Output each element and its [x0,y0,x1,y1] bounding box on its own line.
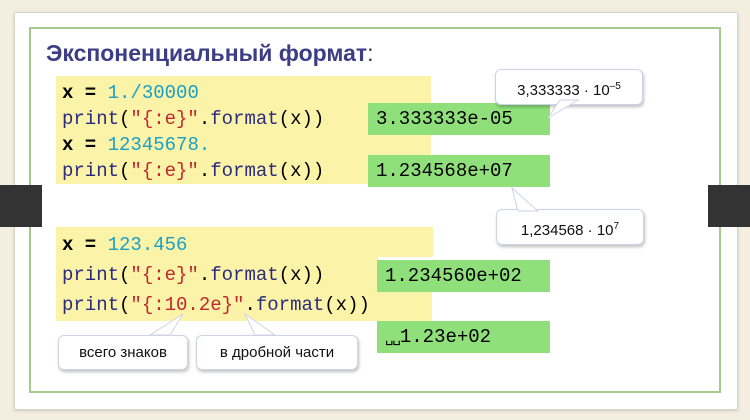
dot: . [198,108,211,130]
label-total-text: всего знаков [79,344,167,361]
dot: . [244,294,256,316]
code-line-b2-2: print("{:e}".format(x)) [62,264,324,286]
paren-open: ( [119,108,131,130]
format-string: "{:10.2e}" [130,294,245,316]
assign-op: = [73,234,108,256]
callout-1-mantissa: 3,333333 · 10 [517,82,610,99]
format-method: format [210,108,279,130]
number-literal: 12345678. [107,134,211,156]
format-method: format [210,160,279,182]
assign-op: = [73,82,108,104]
code-block-2-line3-ext [370,289,432,321]
callout-1-exponent: –5 [609,81,621,92]
assign-op: = [73,134,108,156]
right-tab-marker [708,185,750,227]
label-total-width: всего знаков [58,335,188,370]
print-func: print [62,108,120,130]
format-string: "{:e}" [130,160,199,182]
print-func: print [62,294,120,316]
label-fraction-text: в дробной части [219,344,335,361]
format-method: format [210,264,279,286]
title-colon: : [367,40,374,66]
var-x: x [62,234,74,256]
paren-open: ( [119,160,131,182]
dot: . [198,264,211,286]
callout-2-exponent: 7 [613,221,620,232]
code-line-b1-2: print("{:e}".format(x)) [62,108,324,130]
label-fraction-digits: в дробной части [196,335,358,370]
code-line-b1-1: x = 1./30000 [62,82,199,104]
args: (x)) [278,264,325,286]
output-b2-2-value: 1.23e+02 [399,326,492,348]
output-b2-2: ␣␣1.23e+02 [377,321,550,353]
number-literal: 123.456 [107,234,188,256]
callout-scientific-1: 3,333333 · 10–5 [495,69,643,105]
output-b1-1: 3.333333e-05 [368,103,550,135]
code-line-b1-3: x = 12345678. [62,134,210,156]
args: (x)) [278,160,325,182]
leading-spaces: ␣␣ [385,331,401,347]
callout-2-mantissa: 1,234568 · 10 [520,222,614,239]
var-x: x [62,82,74,104]
left-tab-marker [0,185,42,227]
title-text: Экспоненциальный формат [46,40,368,66]
paren-open: ( [119,294,131,316]
callout-scientific-2: 1,234568 · 107 [496,209,644,245]
format-method: format [255,294,325,316]
code-line-b1-4: print("{:e}".format(x)) [62,160,324,182]
code-line-b2-1: x = 123.456 [62,234,187,256]
code-line-b2-3: print("{:10.2e}".format(x)) [62,294,370,316]
print-func: print [62,264,120,286]
var-x: x [62,134,74,156]
paren-open: ( [119,264,131,286]
args: (x)) [278,108,325,130]
format-string: "{:e}" [130,264,199,286]
output-b1-2: 1.234568e+07 [368,155,550,187]
slide-title: Экспоненциальный формат: [46,40,374,67]
dot: . [198,160,211,182]
number-literal: 1./30000 [107,82,199,104]
args: (x)) [324,294,370,316]
format-string: "{:e}" [130,108,199,130]
output-b2-1: 1.234560e+02 [377,260,550,292]
print-func: print [62,160,120,182]
